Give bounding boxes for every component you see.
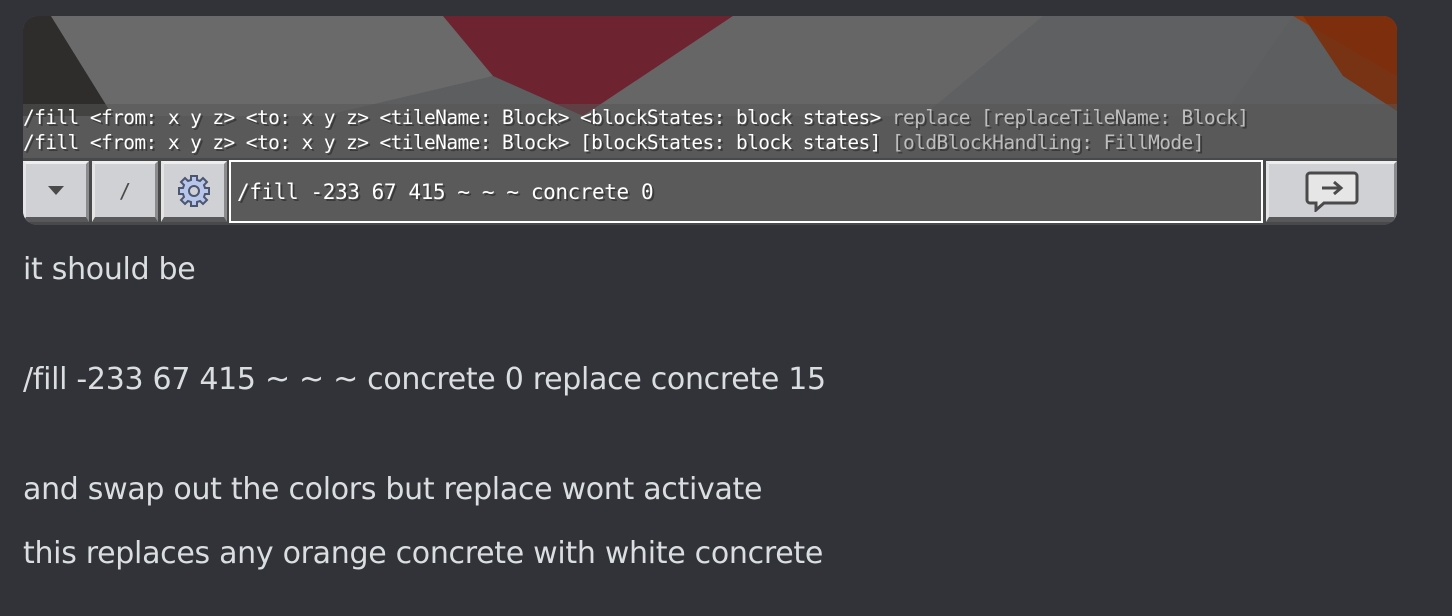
dropdown-button[interactable] xyxy=(23,161,89,222)
syntax-hint-main: /fill <from: x y z> <to: x y z> <tileNam… xyxy=(23,106,881,129)
message-line: and swap out the colors but replace wont… xyxy=(23,472,763,507)
message-line: it should be xyxy=(23,252,196,287)
screenshot-embed[interactable]: /fill <from: x y z> <to: x y z> <tileNam… xyxy=(23,16,1397,225)
syntax-hint-line-2: /fill <from: x y z> <to: x y z> <tileNam… xyxy=(23,132,1204,154)
chat-toolbar: / xyxy=(23,158,1397,225)
gear-icon xyxy=(178,174,210,207)
syntax-hint-main: /fill <from: x y z> <to: x y z> <tileNam… xyxy=(23,131,881,154)
send-arrow-icon xyxy=(1305,171,1358,212)
send-button[interactable] xyxy=(1266,161,1397,222)
settings-button[interactable] xyxy=(161,161,227,222)
message-line: this replaces any orange concrete with w… xyxy=(23,536,823,571)
message-line: /fill -233 67 415 ~ ~ ~ concrete 0 repla… xyxy=(23,362,826,397)
slash-button[interactable]: / xyxy=(92,161,158,222)
slash-label: / xyxy=(118,178,132,203)
triangle-down-icon xyxy=(48,185,64,195)
syntax-hint-dim: replace [replaceTileName: Block] xyxy=(880,106,1249,129)
syntax-hint-dim: [oldBlockHandling: FillMode] xyxy=(880,131,1205,154)
syntax-hint-line-1: /fill <from: x y z> <to: x y z> <tileNam… xyxy=(23,106,1249,129)
command-input[interactable] xyxy=(229,160,1263,223)
